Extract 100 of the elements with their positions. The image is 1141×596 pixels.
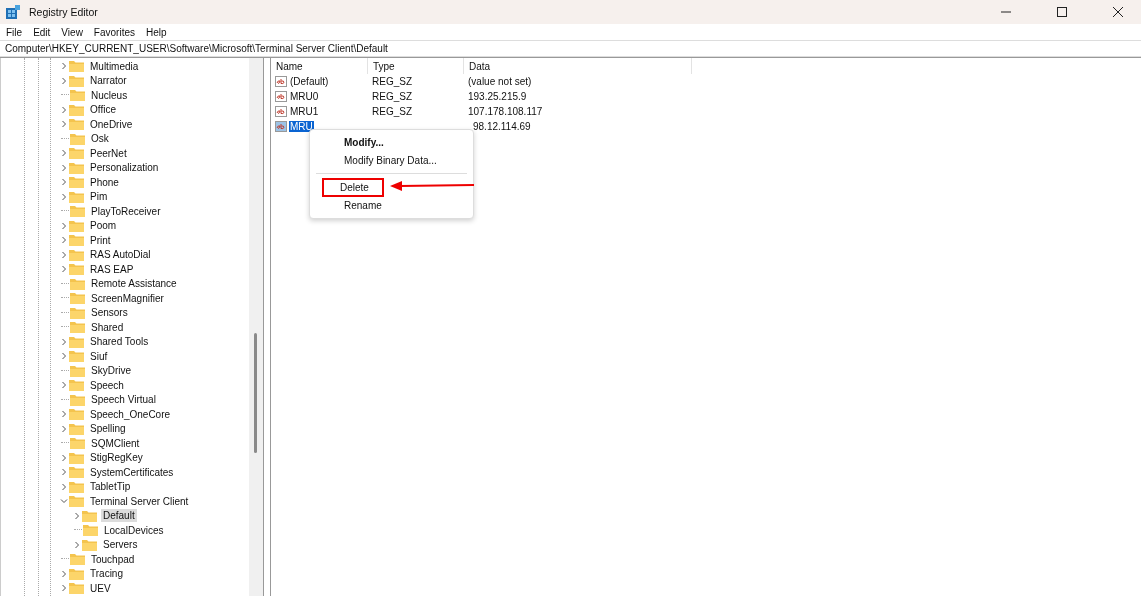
close-icon[interactable]	[1113, 7, 1123, 17]
chevron-right-icon[interactable]	[60, 337, 68, 346]
value-name[interactable]: MRU1	[289, 106, 320, 117]
chevron-right-icon[interactable]	[60, 569, 68, 578]
value-name[interactable]: MRU0	[289, 91, 320, 102]
menu-item[interactable]: File	[6, 26, 23, 38]
tree-item[interactable]: SQMClient	[89, 436, 142, 450]
tree-item[interactable]: RAS EAP	[88, 262, 136, 276]
folder-icon	[69, 451, 84, 464]
tree-item[interactable]: Terminal Server Client	[88, 494, 191, 508]
chevron-right-icon[interactable]	[60, 221, 68, 230]
column-header[interactable]: Type	[368, 58, 464, 74]
value-data: 107.178.108.117	[468, 106, 543, 117]
window-title: Registry Editor	[29, 6, 98, 18]
tree-item[interactable]: Personalization	[88, 161, 161, 175]
chevron-right-icon[interactable]	[73, 511, 81, 520]
folder-icon	[70, 132, 85, 145]
tree-item[interactable]: Narrator	[88, 74, 129, 88]
chevron-right-icon[interactable]	[60, 584, 68, 593]
tree-item[interactable]: Osk	[89, 132, 111, 146]
column-header[interactable]: Name	[271, 58, 368, 74]
folder-icon	[83, 524, 98, 537]
value-name[interactable]: (Default)	[289, 76, 330, 87]
tree-item[interactable]: LocalDevices	[102, 523, 166, 537]
folder-icon	[82, 509, 97, 522]
tree-item[interactable]: Speech Virtual	[89, 393, 158, 407]
string-value-icon	[275, 106, 287, 117]
tree-item[interactable]: Sensors	[89, 306, 130, 320]
address-bar[interactable]: Computer\HKEY_CURRENT_USER\Software\Microsoft\Terminal Server Client\Default	[0, 40, 1141, 57]
tree-item[interactable]: Pim	[88, 190, 110, 204]
tree-item[interactable]: TabletTip	[88, 480, 133, 494]
folder-icon	[70, 364, 85, 377]
folder-icon	[69, 582, 84, 595]
tree-item[interactable]: Siuf	[88, 349, 110, 363]
tree-item[interactable]: Default	[101, 509, 137, 523]
chevron-right-icon[interactable]	[60, 265, 68, 274]
chevron-right-icon[interactable]	[60, 163, 68, 172]
folder-icon	[69, 408, 84, 421]
menu-option[interactable]: Modify...	[320, 132, 391, 152]
chevron-right-icon[interactable]	[60, 149, 68, 158]
folder-icon	[69, 335, 84, 348]
menu-option[interactable]: Rename	[320, 195, 389, 215]
chevron-right-icon[interactable]	[60, 105, 68, 114]
chevron-right-icon[interactable]	[73, 540, 81, 549]
tree-item[interactable]: SystemCertificates	[88, 465, 176, 479]
chevron-right-icon[interactable]	[60, 352, 68, 361]
tree-item[interactable]: Shared Tools	[88, 335, 151, 349]
tree-item[interactable]: Tracing	[88, 567, 125, 581]
chevron-right-icon[interactable]	[60, 236, 68, 245]
chevron-right-icon[interactable]	[60, 62, 68, 71]
tree-item[interactable]: Spelling	[88, 422, 128, 436]
tree-item[interactable]: Speech_OneCore	[88, 407, 173, 421]
menu-item[interactable]: Help	[146, 26, 167, 38]
column-header[interactable]: Data	[464, 58, 692, 74]
value-type: REG_SZ	[372, 76, 412, 87]
tree-item[interactable]: Phone	[88, 175, 121, 189]
value-name[interactable]: MRU	[289, 121, 314, 132]
tree-item[interactable]: RAS AutoDial	[88, 248, 153, 262]
menu-option[interactable]: Delete	[322, 177, 384, 197]
tree-item[interactable]: ScreenMagnifier	[89, 291, 166, 305]
tree-item[interactable]: StigRegKey	[88, 451, 145, 465]
chevron-right-icon[interactable]	[60, 192, 68, 201]
chevron-right-icon[interactable]	[60, 453, 68, 462]
tree-item[interactable]: SkyDrive	[89, 364, 133, 378]
tree-item[interactable]: PeerNet	[88, 146, 129, 160]
tree-item[interactable]: UEV	[88, 581, 113, 595]
maximize-icon[interactable]	[1057, 7, 1067, 17]
tree-item[interactable]: Speech	[88, 378, 126, 392]
chevron-right-icon[interactable]	[60, 76, 68, 85]
tree-item[interactable]: Servers	[101, 538, 140, 552]
chevron-right-icon[interactable]	[60, 120, 68, 129]
folder-icon	[70, 393, 85, 406]
tree-item[interactable]: Multimedia	[88, 59, 141, 73]
tree-item[interactable]: OneDrive	[88, 117, 135, 131]
tree-item[interactable]: Touchpad	[89, 552, 137, 566]
chevron-right-icon[interactable]	[60, 250, 68, 259]
tree-item[interactable]: PlayToReceiver	[89, 204, 163, 218]
chevron-right-icon[interactable]	[60, 410, 68, 419]
tree-item[interactable]: Remote Assistance	[89, 277, 179, 291]
string-value-icon	[275, 121, 287, 132]
chevron-right-icon[interactable]	[60, 178, 68, 187]
value-data: 193.25.215.9	[468, 91, 527, 102]
folder-icon	[69, 466, 84, 479]
chevron-right-icon[interactable]	[60, 468, 68, 477]
menu-item[interactable]: Edit	[33, 26, 51, 38]
chevron-right-icon[interactable]	[60, 482, 68, 491]
scrollbar-thumb[interactable]	[254, 333, 257, 453]
tree-item[interactable]: Shared	[89, 320, 126, 334]
tree-item[interactable]: Nucleus	[89, 88, 130, 102]
chevron-down-icon[interactable]	[60, 497, 68, 506]
menu-item[interactable]: Favorites	[93, 26, 135, 38]
menu-item[interactable]: View	[61, 26, 83, 38]
value-type: REG_SZ	[372, 91, 412, 102]
folder-icon	[70, 321, 85, 334]
tree-item[interactable]: Print	[88, 233, 113, 247]
tree-item[interactable]: Poom	[88, 219, 119, 233]
chevron-right-icon[interactable]	[60, 381, 68, 390]
menu-option[interactable]: Modify Binary Data...	[320, 150, 444, 170]
chevron-right-icon[interactable]	[60, 424, 68, 433]
tree-item[interactable]: Office	[88, 103, 118, 117]
